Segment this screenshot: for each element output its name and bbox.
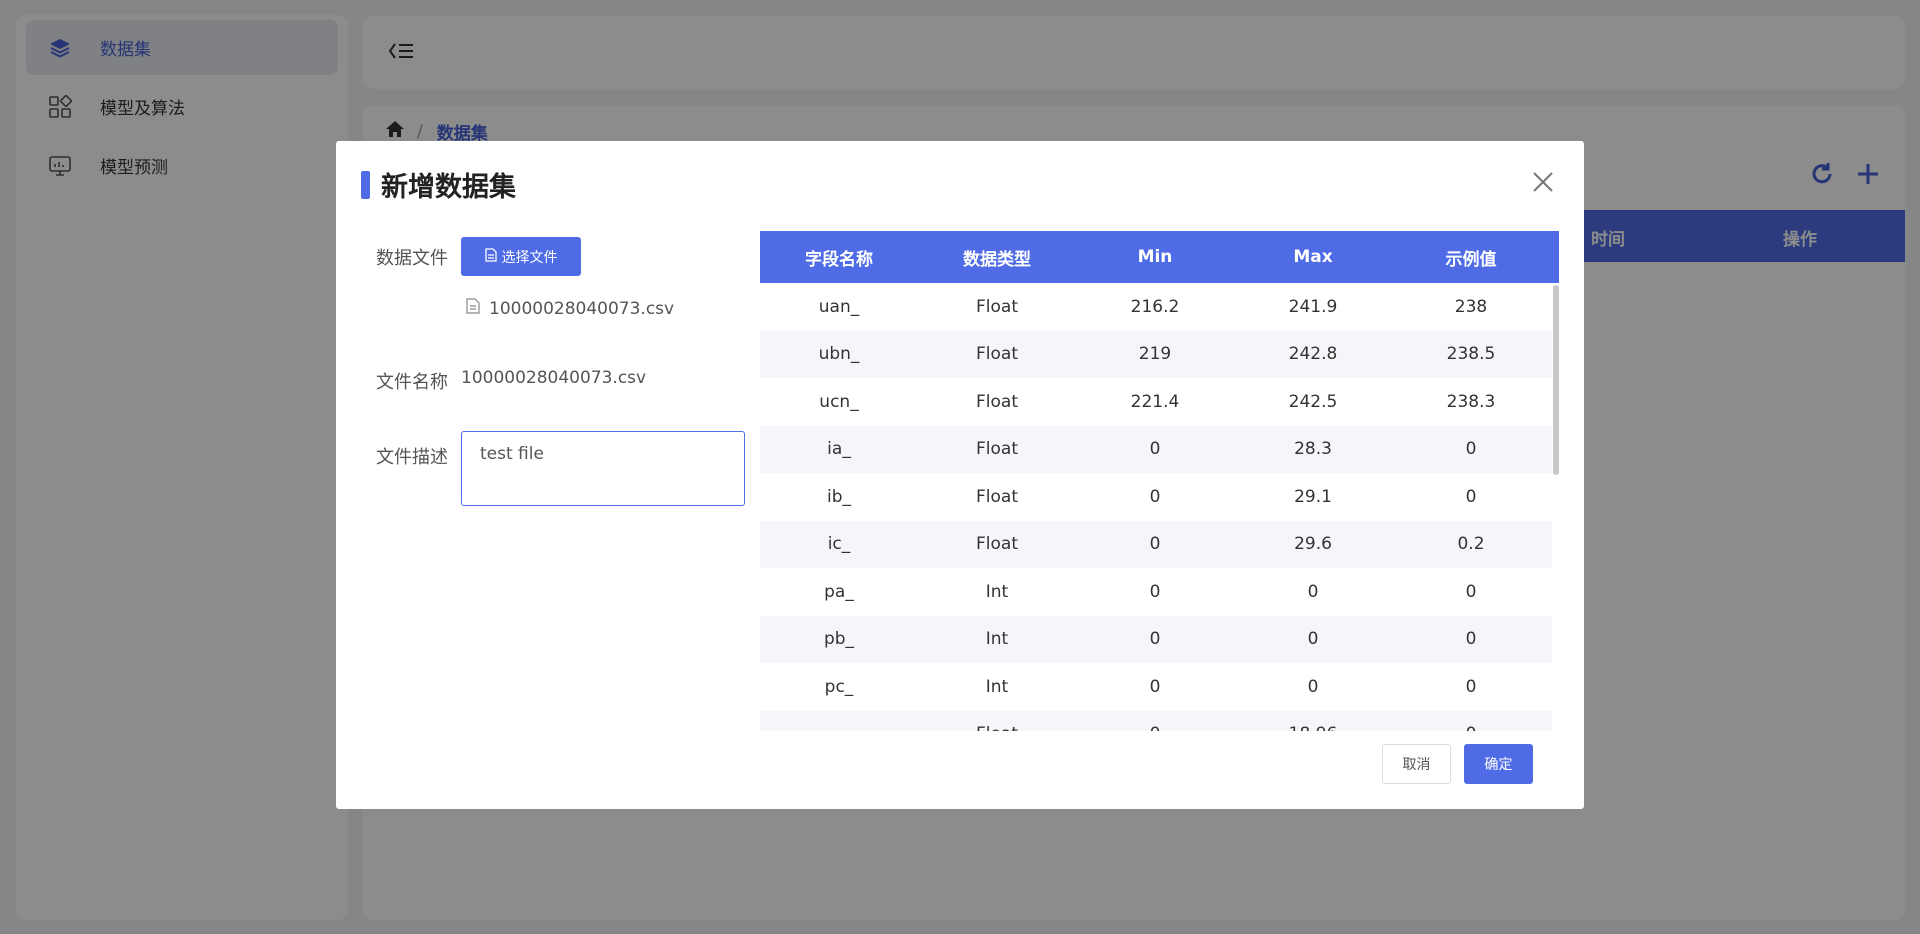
- name-label: 文件名称: [376, 372, 448, 393]
- close-icon[interactable]: [1530, 169, 1556, 195]
- description-input[interactable]: test file: [461, 431, 745, 506]
- table-cell: ib_: [826, 486, 851, 507]
- table-cell: 238.3: [1446, 391, 1496, 412]
- table-cell: 0: [1149, 534, 1161, 555]
- column-header: 字段名称: [805, 249, 873, 270]
- table-cell: 242.8: [1288, 344, 1338, 365]
- table-cell: pc_: [824, 676, 854, 697]
- table-cell: 0: [1307, 581, 1319, 602]
- table-cell: 0: [1465, 486, 1477, 507]
- table-row: ic_ Float 0 29.6 0.2: [760, 520, 1552, 568]
- table-cell: ubn_: [818, 344, 860, 365]
- table-cell: 241.9: [1288, 296, 1338, 317]
- table-cell: Float: [976, 344, 1018, 365]
- table-cell: 0: [1465, 439, 1477, 460]
- modal-title-text: 新增数据集: [381, 172, 516, 203]
- selected-file-name[interactable]: 10000028040073.csv: [489, 299, 674, 319]
- table-cell: 242.5: [1288, 391, 1338, 412]
- table-cell: Float: [976, 296, 1018, 317]
- table-cell: 0: [1149, 486, 1161, 507]
- table-row: pa_ Int 0 0 0: [760, 568, 1552, 616]
- table-cell: 0: [1076, 711, 1234, 731]
- table-cell: Float: [976, 391, 1018, 412]
- add-dataset-modal: 新增数据集 数据文件 选择文件 10000028040073.csv 文件名称 …: [336, 141, 1584, 809]
- table-cell: ia_: [827, 439, 851, 460]
- table-row: pb_ Int 0 0 0: [760, 615, 1552, 663]
- table-cell: ic_: [827, 534, 851, 555]
- table-cell: Float: [976, 486, 1018, 507]
- table-row: ib_ Float 0 29.1 0: [760, 473, 1552, 521]
- file-name-value: 10000028040073.csv: [461, 368, 647, 388]
- table-cell: Float: [918, 711, 1076, 731]
- field-table: 字段名称 数据类型 Min Max 示例值 uan_ Float 216.2 241.…: [760, 231, 1559, 731]
- table-cell: 0: [1149, 439, 1161, 460]
- table-cell: uan_: [818, 296, 860, 317]
- table-row: pc_ Int 0 0 0: [760, 663, 1552, 711]
- table-cell: 0: [1149, 676, 1161, 697]
- table-row: uan_ Float 216.2 241.9 238: [760, 283, 1552, 331]
- table-cell: 221.4: [1130, 391, 1180, 412]
- table-scrollbar[interactable]: [1553, 285, 1559, 475]
- table-row: Float018.960: [760, 710, 1552, 732]
- column-header: 示例值: [1445, 249, 1497, 270]
- table-cell: pb_: [823, 629, 855, 650]
- table-row: ubn_ Float 219 242.8 238.5: [760, 330, 1552, 378]
- table-cell: 18.96: [1234, 711, 1392, 731]
- selected-file: 10000028040073.csv: [466, 298, 674, 319]
- document-icon: [466, 298, 480, 319]
- table-cell: 29.1: [1294, 486, 1332, 507]
- table-cell: 0: [1392, 711, 1550, 731]
- table-cell: ucn_: [819, 391, 859, 412]
- table-cell: 0: [1465, 676, 1477, 697]
- table-cell: 0: [1307, 676, 1319, 697]
- table-cell: 0: [1307, 629, 1319, 650]
- choose-file-label: 选择文件: [501, 249, 558, 266]
- table-cell: 0: [1465, 581, 1477, 602]
- field-table-body[interactable]: uan_ Float 216.2 241.9 238 ubn_ Float 219 242.8 2…: [760, 283, 1559, 731]
- table-cell: Int: [985, 581, 1009, 602]
- table-cell: 238: [1454, 296, 1488, 317]
- table-cell: 28.3: [1294, 439, 1332, 460]
- table-cell: 0: [1149, 629, 1161, 650]
- column-header: Max: [1293, 247, 1333, 267]
- choose-file-button[interactable]: 选择文件: [461, 237, 581, 276]
- cancel-button[interactable]: 取消: [1382, 744, 1451, 784]
- table-cell: pa_: [824, 581, 854, 602]
- table-row: ucn_ Float 221.4 242.5 238.3: [760, 378, 1552, 426]
- table-cell: Float: [976, 439, 1018, 460]
- table-cell: 0: [1465, 629, 1477, 650]
- title-accent-bar: [361, 170, 370, 199]
- table-row: ia_ Float 0 28.3 0: [760, 425, 1552, 473]
- table-cell: Int: [985, 676, 1009, 697]
- modal-title: 新增数据集: [361, 165, 516, 204]
- column-header: Min: [1137, 247, 1173, 267]
- desc-label: 文件描述: [376, 447, 448, 468]
- table-cell: [760, 711, 918, 732]
- table-cell: 0: [1149, 581, 1161, 602]
- table-cell: 216.2: [1130, 296, 1180, 317]
- table-cell: 238.5: [1446, 344, 1496, 365]
- table-cell: Int: [985, 629, 1009, 650]
- field-table-header: 字段名称 数据类型 Min Max 示例值: [760, 231, 1559, 283]
- confirm-button[interactable]: 确定: [1464, 744, 1533, 784]
- table-cell: Float: [976, 534, 1018, 555]
- table-cell: 29.6: [1294, 534, 1332, 555]
- file-label: 数据文件: [376, 248, 448, 269]
- table-cell: 0.2: [1457, 534, 1485, 555]
- table-cell: 219: [1138, 344, 1172, 365]
- file-icon: [484, 247, 497, 266]
- column-header: 数据类型: [963, 249, 1031, 270]
